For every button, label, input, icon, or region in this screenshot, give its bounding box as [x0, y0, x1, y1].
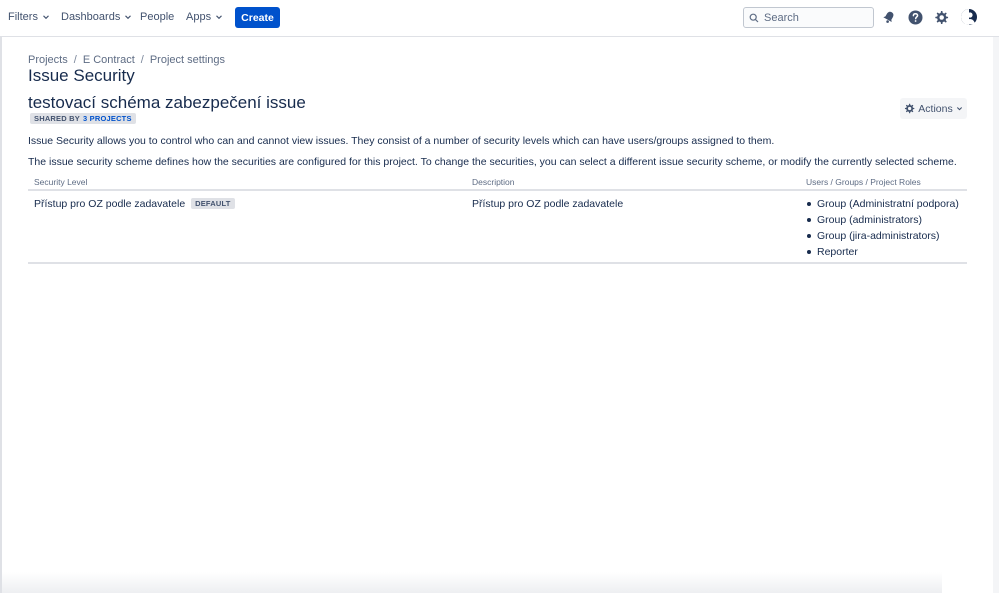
nav-people[interactable]: People	[140, 11, 174, 23]
footer-shadow	[2, 572, 942, 593]
user-avatar[interactable]	[961, 9, 977, 25]
shared-projects-link[interactable]: 3 PROJECTS	[83, 114, 132, 123]
breadcrumb-project[interactable]: E Contract	[83, 54, 135, 66]
breadcrumb-projects[interactable]: Projects	[28, 54, 68, 66]
breadcrumb-project-settings[interactable]: Project settings	[150, 54, 225, 66]
chevron-down-icon	[216, 15, 222, 20]
gear-icon	[905, 103, 915, 114]
nav-people-label: People	[140, 11, 175, 23]
chevron-down-icon	[43, 15, 49, 20]
settings-gear-icon[interactable]	[933, 9, 949, 25]
search-icon	[749, 13, 759, 22]
nav-filters-label: Filters	[8, 11, 38, 23]
table-header: Security Level Description Users / Group…	[28, 174, 967, 191]
header-security-level: Security Level	[34, 177, 88, 187]
actions-button[interactable]: Actions	[900, 98, 967, 119]
header-users-groups-roles: Users / Groups / Project Roles	[806, 177, 921, 187]
scheme-info-text: The issue security scheme defines how th…	[28, 156, 957, 168]
scheme-title: testovací schéma zabezpečení issue	[28, 93, 306, 112]
nav-dashboards[interactable]: Dashboards	[61, 11, 132, 23]
members-list: Group (Administratní podpora) Group (adm…	[806, 198, 959, 262]
nav-dashboards-label: Dashboards	[61, 11, 121, 23]
nav-filters[interactable]: Filters	[8, 11, 50, 23]
chevron-down-icon	[125, 15, 132, 20]
create-button[interactable]: Create	[235, 7, 280, 28]
nav-apps-label: Apps	[186, 11, 212, 23]
chevron-down-icon	[956, 107, 962, 111]
breadcrumb-separator: /	[73, 54, 77, 66]
search-field[interactable]	[743, 7, 874, 28]
header-description: Description	[472, 177, 515, 187]
page-title: Issue Security	[28, 66, 135, 85]
search-input[interactable]	[764, 11, 864, 24]
create-button-label: Create	[241, 11, 274, 24]
shared-by-label: SHARED BY	[34, 114, 80, 123]
list-item: Reporter	[806, 246, 959, 262]
shared-by-badge: SHARED BY 3 PROJECTS	[30, 113, 136, 124]
help-icon[interactable]	[907, 9, 923, 25]
list-item: Group (administrators)	[806, 214, 959, 230]
default-badge: DEFAULT	[191, 198, 235, 209]
notifications-icon[interactable]	[881, 9, 897, 25]
page-frame	[0, 37, 999, 593]
actions-button-label: Actions	[918, 102, 953, 115]
list-item: Group (Administratní podpora)	[806, 198, 959, 214]
security-level-description: Přístup pro OZ podle zadavatele	[472, 198, 624, 210]
intro-text: Issue Security allows you to control who…	[28, 135, 775, 147]
breadcrumb: Projects / E Contract / Project settings	[28, 54, 225, 66]
table-row: Přístup pro OZ podle zadavatele DEFAULT …	[28, 191, 967, 264]
security-levels-table: Security Level Description Users / Group…	[28, 174, 967, 264]
breadcrumb-separator: /	[140, 54, 144, 66]
list-item: Group (jira-administrators)	[806, 230, 959, 246]
security-level-name: Přístup pro OZ podle zadavatele	[34, 198, 186, 210]
security-level-cell: Přístup pro OZ podle zadavatele DEFAULT	[34, 198, 235, 210]
nav-apps[interactable]: Apps	[186, 11, 223, 23]
top-navigation: Filters Dashboards People Apps Create	[0, 0, 999, 37]
